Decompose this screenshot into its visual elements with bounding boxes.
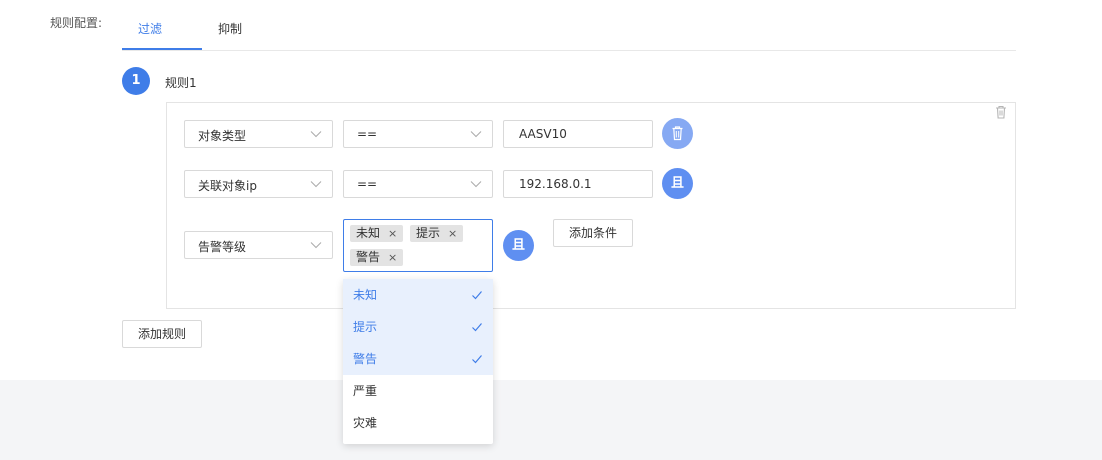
- check-icon: [472, 355, 482, 364]
- condition-3-level-multiselect[interactable]: 未知 × 提示 × 警告 ×: [343, 219, 493, 272]
- selected-tag: 警告 ×: [350, 249, 404, 266]
- rule-number-badge: 1: [122, 67, 150, 95]
- selected-tag: 提示 ×: [410, 225, 464, 242]
- condition-3-and-button[interactable]: 且: [503, 230, 534, 261]
- tag-label: 警告: [356, 250, 381, 264]
- dropdown-option[interactable]: 灾难: [343, 407, 493, 439]
- condition-3-field-select[interactable]: 告警等级: [184, 231, 333, 259]
- and-icon: 且: [670, 176, 684, 191]
- tab-suppress[interactable]: 抑制: [218, 10, 242, 50]
- chevron-down-icon: [470, 131, 482, 138]
- condition-2-value-text: 192.168.0.1: [519, 177, 592, 191]
- dropdown-option[interactable]: 严重: [343, 375, 493, 407]
- selected-tag: 未知 ×: [350, 225, 404, 242]
- add-condition-button[interactable]: 添加条件: [553, 219, 633, 247]
- dropdown-option[interactable]: 警告: [343, 343, 493, 375]
- condition-1-operator-value: ==: [357, 127, 378, 141]
- rule-config-label: 规则配置:: [50, 16, 103, 30]
- condition-1-delete-button[interactable]: [662, 118, 693, 149]
- dropdown-option[interactable]: 提示: [343, 311, 493, 343]
- tag-label: 提示: [416, 226, 441, 240]
- option-label: 警告: [353, 352, 378, 366]
- condition-1-operator-select[interactable]: ==: [343, 120, 493, 148]
- dropdown-option[interactable]: 未知: [343, 279, 493, 311]
- condition-2-operator-value: ==: [357, 177, 378, 191]
- condition-1-field-select[interactable]: 对象类型: [184, 120, 333, 148]
- check-icon: [472, 323, 482, 332]
- remove-tag-icon[interactable]: ×: [388, 227, 397, 240]
- option-label: 提示: [353, 320, 378, 334]
- and-icon: 且: [511, 238, 525, 253]
- chevron-down-icon: [310, 131, 322, 138]
- rule-title: 规则1: [165, 76, 197, 90]
- option-label: 灾难: [353, 416, 378, 430]
- chevron-down-icon: [310, 181, 322, 188]
- condition-3-field-value: 告警等级: [198, 240, 247, 254]
- level-dropdown-menu: 未知 提示 警告 严重 灾难: [343, 279, 493, 444]
- remove-tag-icon[interactable]: ×: [388, 251, 397, 264]
- condition-2-value-input[interactable]: 192.168.0.1: [503, 170, 653, 198]
- trash-icon: [672, 126, 683, 141]
- add-rule-button[interactable]: 添加规则: [122, 320, 202, 348]
- chevron-down-icon: [470, 181, 482, 188]
- condition-2-field-select[interactable]: 关联对象ip: [184, 170, 333, 198]
- condition-2-field-value: 关联对象ip: [198, 179, 257, 193]
- condition-1-value-input[interactable]: AASV10: [503, 120, 653, 148]
- delete-rule-trash-icon[interactable]: [993, 104, 1009, 120]
- chevron-down-icon: [310, 242, 322, 249]
- condition-1-value-text: AASV10: [519, 127, 567, 141]
- tag-label: 未知: [356, 226, 381, 240]
- condition-2-operator-select[interactable]: ==: [343, 170, 493, 198]
- option-label: 未知: [353, 288, 378, 302]
- page-footer-background: [0, 380, 1102, 460]
- active-tab-indicator: [122, 48, 202, 50]
- check-icon: [472, 291, 482, 300]
- condition-1-field-value: 对象类型: [198, 129, 247, 143]
- tab-bar: 过滤 抑制: [122, 10, 1016, 51]
- option-label: 严重: [353, 384, 378, 398]
- remove-tag-icon[interactable]: ×: [448, 227, 457, 240]
- condition-2-and-button[interactable]: 且: [662, 168, 693, 199]
- tab-filter[interactable]: 过滤: [138, 10, 162, 50]
